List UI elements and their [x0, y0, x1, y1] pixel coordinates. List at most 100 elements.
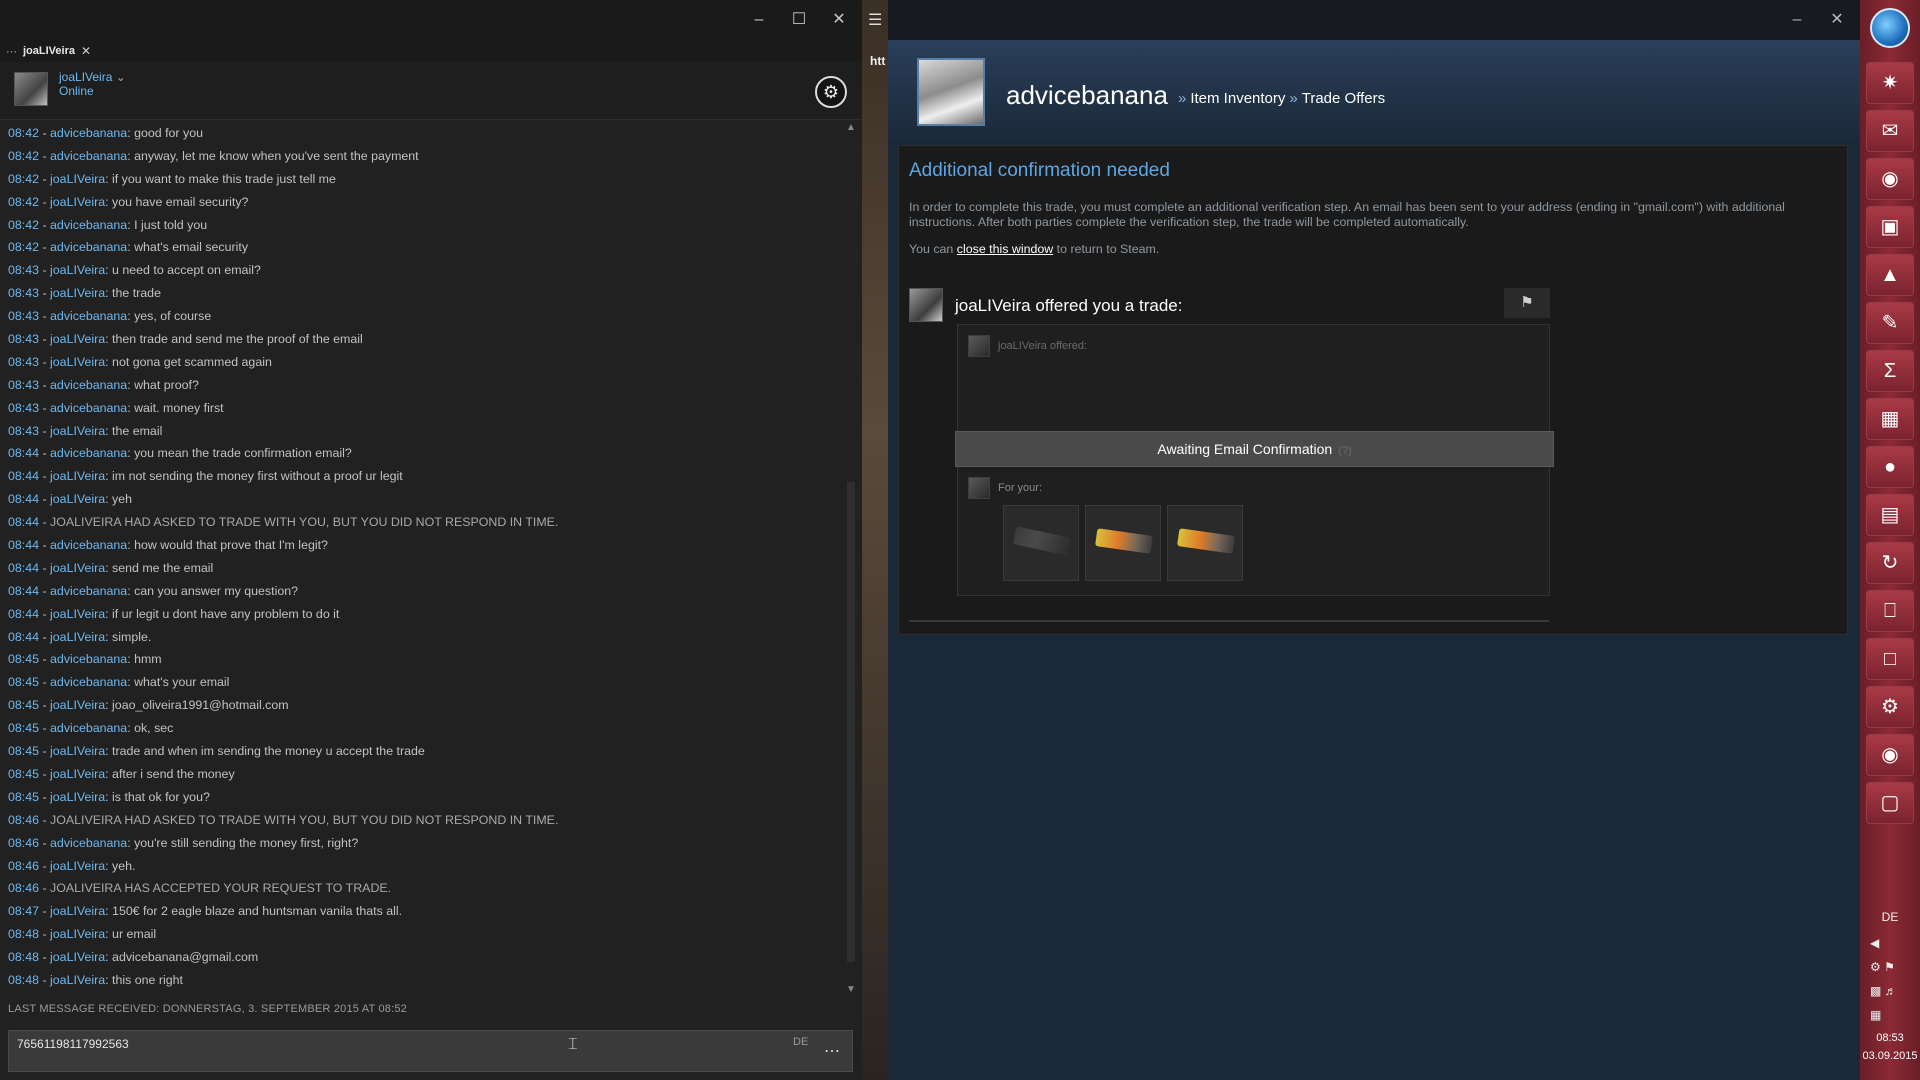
message-sender[interactable]: advicebanana	[50, 675, 127, 689]
close-window-link[interactable]: close this window	[957, 242, 1053, 256]
message-sender[interactable]: advicebanana	[50, 652, 127, 666]
address-bar-fragment[interactable]: htt	[870, 54, 885, 68]
trade-items	[1003, 505, 1243, 581]
chat-input[interactable]: 76561198117992563 DE ⋯	[8, 1030, 853, 1072]
calculator-icon[interactable]: ▤	[1866, 494, 1914, 536]
hamburger-menu-icon[interactable]: ☰	[868, 10, 882, 30]
chevron-down-icon[interactable]: ▼	[845, 984, 857, 996]
message-sender[interactable]: advicebanana	[50, 126, 127, 140]
trade-item-blaze[interactable]	[1167, 505, 1243, 581]
friend-avatar[interactable]	[14, 72, 48, 106]
message-text: yeh.	[112, 858, 136, 873]
message-sender[interactable]: joaLIVeira	[50, 767, 105, 781]
chat-message: 08:45 - joaLIVeira: trade and when im se…	[8, 744, 425, 759]
message-timestamp: 08:48	[8, 950, 40, 965]
message-sender[interactable]: advicebanana	[50, 401, 127, 415]
offer-header: joaLIVeira offered you a trade:	[909, 288, 1549, 322]
breadcrumb-trade-offers[interactable]: Trade Offers	[1302, 90, 1385, 107]
keyboard-language[interactable]: DE	[1860, 910, 1920, 924]
system-text: JOALIVEIRA HAD ASKED TO TRADE WITH YOU, …	[50, 515, 559, 530]
clock-time[interactable]: 08:53	[1860, 1032, 1920, 1044]
chat-message: 08:47 - joaLIVeira: 150€ for 2 eagle bla…	[8, 904, 403, 919]
message-scrollbar[interactable]: ▲ ▼	[845, 122, 857, 998]
message-sender[interactable]: joaLIVeira	[50, 424, 105, 438]
qr-icon[interactable]: ▦	[1866, 398, 1914, 440]
notepad-icon[interactable]: ✎	[1866, 302, 1914, 344]
chat-message: 08:44 - joaLIVeira: yeh	[8, 492, 133, 507]
close-button[interactable]: ✕	[824, 8, 854, 32]
message-sender[interactable]: advicebanana	[50, 538, 127, 552]
tray-network-and-volume-icons[interactable]: ▩ ♬	[1870, 984, 1914, 998]
firefox-icon[interactable]: ◉	[1866, 158, 1914, 200]
chat-message: 08:44 - advicebanana: can you answer my …	[8, 583, 299, 598]
friend-name-dropdown[interactable]: joaLIVeira ⌄	[59, 70, 126, 84]
message-sender[interactable]: joaLIVeira	[50, 172, 105, 186]
folder-icon[interactable]: ▢	[1866, 782, 1914, 824]
message-sender[interactable]: advicebanana	[50, 149, 127, 163]
message-sender[interactable]: joaLIVeira	[50, 859, 105, 873]
message-sender[interactable]: joaLIVeira	[50, 355, 105, 369]
minimize-button[interactable]: –	[744, 8, 774, 32]
offerer-avatar[interactable]	[909, 288, 943, 322]
paper-icon[interactable]: □	[1866, 638, 1914, 680]
message-sender[interactable]: joaLIVeira	[50, 904, 105, 918]
tab-close-icon[interactable]: ✕	[81, 44, 91, 58]
message-sender[interactable]: joaLIVeira	[50, 263, 105, 277]
steam-icon[interactable]: ⚙	[1866, 686, 1914, 728]
thunderbird-icon[interactable]: ✉	[1866, 110, 1914, 152]
message-sender[interactable]: advicebanana	[50, 240, 127, 254]
message-sender[interactable]: joaLIVeira	[50, 195, 105, 209]
chevron-up-icon[interactable]: ▲	[845, 122, 857, 134]
gear-icon[interactable]: ⚙	[815, 76, 847, 108]
maximize-button[interactable]: ☐	[784, 8, 814, 32]
clock-date[interactable]: 03.09.2015	[1860, 1050, 1920, 1062]
message-sender[interactable]: joaLIVeira	[50, 698, 105, 712]
tray-windows-icon[interactable]: ▦	[1870, 1008, 1914, 1022]
vlc-icon[interactable]: ▲	[1866, 254, 1914, 296]
message-sender[interactable]: joaLIVeira	[50, 469, 105, 483]
profile-name[interactable]: advicebanana	[1006, 80, 1168, 111]
message-sender[interactable]: joaLIVeira	[50, 332, 105, 346]
scroll-thumb[interactable]	[847, 482, 855, 962]
message-sender[interactable]: advicebanana	[50, 446, 127, 460]
close-button[interactable]: ✕	[1822, 8, 1852, 32]
message-sender[interactable]: advicebanana	[50, 721, 127, 735]
chrome-icon[interactable]: ◉	[1866, 734, 1914, 776]
message-sender[interactable]: joaLIVeira	[50, 561, 105, 575]
message-sender[interactable]: joaLIVeira	[50, 607, 105, 621]
terminal-icon[interactable]: ▣	[1866, 206, 1914, 248]
message-sender[interactable]: joaLIVeira	[50, 973, 105, 987]
app-icon-red-splash[interactable]: ✷	[1866, 62, 1914, 104]
message-sender[interactable]: joaLIVeira	[50, 630, 105, 644]
message-sender[interactable]: joaLIVeira	[50, 492, 105, 506]
windows-start-button[interactable]	[1870, 8, 1910, 48]
message-sender[interactable]: advicebanana	[50, 584, 127, 598]
trade-item-blaze[interactable]	[1085, 505, 1161, 581]
chat-tab[interactable]: ⋯ joaLIVeira ✕	[6, 43, 91, 59]
report-flag-button[interactable]: ⚑	[1504, 288, 1550, 318]
message-sender[interactable]: advicebanana	[50, 218, 127, 232]
sync-icon[interactable]: ↻	[1866, 542, 1914, 584]
message-sender[interactable]: joaLIVeira	[50, 950, 105, 964]
message-sender[interactable]: joaLIVeira	[50, 286, 105, 300]
profile-avatar[interactable]	[917, 58, 985, 126]
matlab-icon[interactable]: ●	[1866, 446, 1914, 488]
tab-more-icon[interactable]: ⋯	[6, 45, 17, 58]
chat-message: 08:43 - advicebanana: wait. money first	[8, 400, 224, 415]
tex-icon[interactable]: Σ	[1866, 350, 1914, 392]
trade-item-knife[interactable]	[1003, 505, 1079, 581]
tray-expand-icon[interactable]: ◀	[1870, 936, 1914, 950]
message-sender[interactable]: joaLIVeira	[50, 790, 105, 804]
minimize-button[interactable]: –	[1782, 8, 1812, 32]
message-sender[interactable]: advicebanana	[50, 309, 127, 323]
xampp-icon[interactable]: ⎕	[1866, 590, 1914, 632]
help-icon[interactable]: (?)	[1338, 445, 1351, 457]
message-sender[interactable]: joaLIVeira	[50, 744, 105, 758]
message-sender[interactable]: joaLIVeira	[50, 927, 105, 941]
tray-steam-and-flag-icons[interactable]: ⚙ ⚑	[1870, 960, 1914, 974]
for-your-row: For your:	[968, 477, 1042, 499]
breadcrumb-item-inventory[interactable]: Item Inventory	[1190, 90, 1285, 107]
message-sender[interactable]: advicebanana	[50, 378, 127, 392]
message-sender[interactable]: advicebanana	[50, 836, 127, 850]
more-options-icon[interactable]: ⋯	[824, 1041, 840, 1061]
